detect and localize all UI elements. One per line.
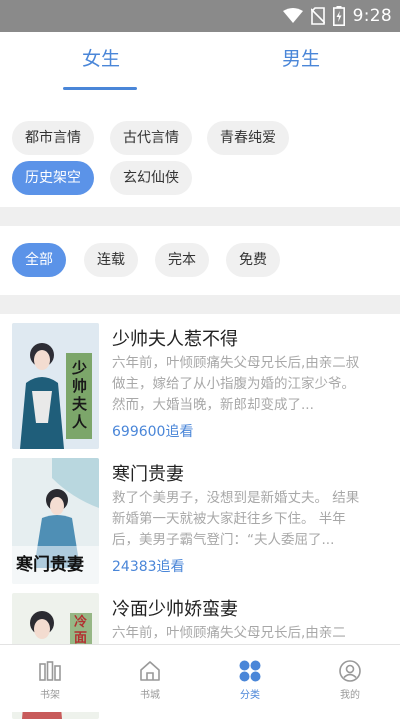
chip-category-urban-romance[interactable]: 都市言情 [12,121,94,155]
cover-title-text: 寒门贵妻 [16,555,84,575]
status-bar: 9:28 [0,0,400,32]
tab-male[interactable]: 男生 [282,44,320,71]
nav-label: 我的 [340,690,360,701]
chip-status-free[interactable]: 免费 [226,243,280,277]
book-title: 冷面少帅娇蛮妻 [112,599,238,620]
chip-category-fantasy[interactable]: 玄幻仙侠 [110,161,192,195]
book-follow-count: 699600追看 [112,424,194,440]
book-list-item[interactable]: 寒门贵妻 寒门贵妻 救了个美男子，没想到是新婚丈夫。 结果新婚第一天就被大家赶往… [12,458,388,584]
book-description: 救了个美男子，没想到是新婚丈夫。 结果新婚第一天就被大家赶往乡下住。 半年后，美… [112,490,360,548]
profile-icon [339,660,361,682]
wifi-icon [282,8,303,23]
nav-bookstore[interactable]: 书城 [100,645,200,712]
section-divider [0,207,400,226]
status-time: 9:28 [352,6,392,26]
book-title: 寒门贵妻 [112,464,184,485]
book-follow-count: 24383追看 [112,559,185,575]
chip-category-history[interactable]: 历史架空 [12,161,94,195]
book-cover: 少帅夫人 [12,323,99,449]
book-cover: 寒门贵妻 [12,458,99,584]
status-icons: 9:28 [282,0,392,32]
home-icon [140,661,160,681]
nav-label: 书架 [40,690,60,701]
bottom-navigation: 书架 书城 分类 我的 [0,644,400,712]
cover-title-text: 冷面 [74,615,88,646]
book-list-item[interactable]: 少帅夫人 少帅夫人惹不得 六年前，叶倾顾痛失父母兄长后,由亲二叔做主，嫁给了从小… [12,323,388,449]
chip-status-all[interactable]: 全部 [12,243,66,277]
gender-tabs: 女生 男生 [0,32,400,102]
bookshelf-icon [39,661,61,681]
tab-female[interactable]: 女生 [82,44,120,71]
active-tab-indicator [63,87,137,90]
nav-bookshelf[interactable]: 书架 [0,645,100,712]
category-icon [239,660,261,682]
book-description: 六年前，叶倾顾痛失父母兄长后,由亲二叔做主，嫁给了从小指腹为婚的江家少爷。 然而… [112,355,360,413]
chip-status-serializing[interactable]: 连载 [84,243,138,277]
nav-label: 书城 [140,690,160,701]
book-title: 少帅夫人惹不得 [112,329,238,350]
nav-category[interactable]: 分类 [200,645,300,712]
nav-label: 分类 [240,690,260,701]
section-divider [0,295,400,314]
battery-charging-icon [332,6,345,26]
no-sim-icon [310,7,325,25]
chip-status-completed[interactable]: 完本 [155,243,209,277]
chip-category-youth[interactable]: 青春纯爱 [207,121,289,155]
chip-category-ancient-romance[interactable]: 古代言情 [110,121,192,155]
cover-title-text: 少帅夫人 [72,359,88,431]
nav-profile[interactable]: 我的 [300,645,400,712]
